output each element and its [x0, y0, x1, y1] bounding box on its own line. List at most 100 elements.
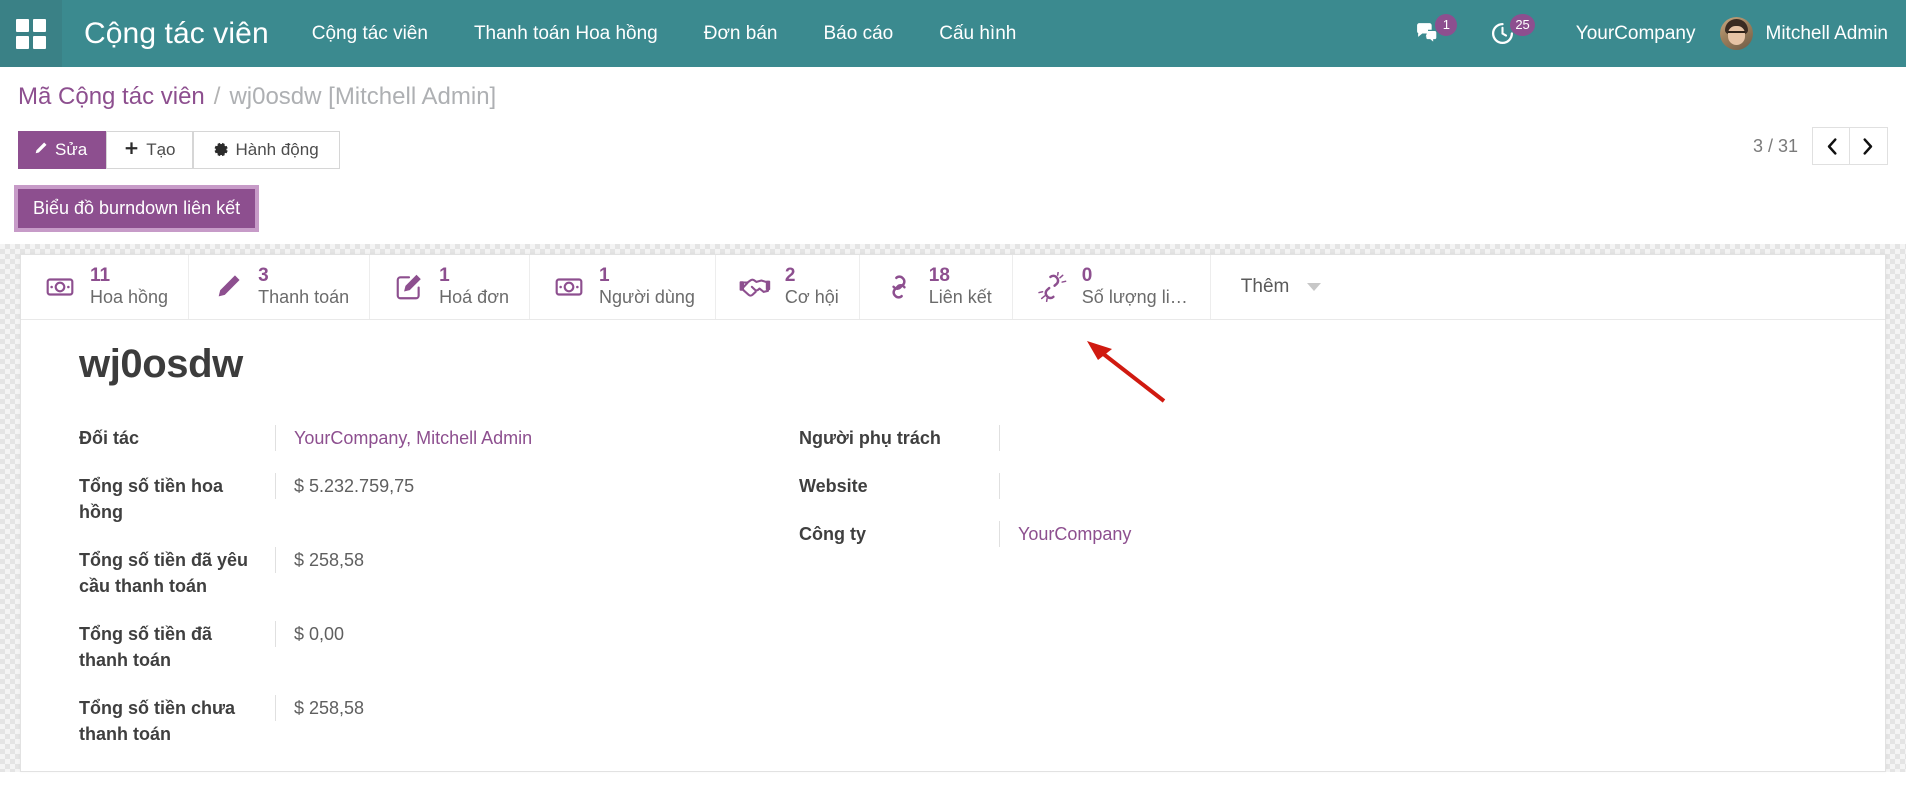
main-menu: Cộng tác viên Thanh toán Hoa hồng Đơn bá… [289, 0, 1040, 67]
pager-counter: 3 / 31 [1752, 135, 1798, 156]
breadcrumb: Mã Cộng tác viên / wj0osdw [Mitchell Adm… [0, 67, 1906, 117]
menu-item-commission-payments[interactable]: Thanh toán Hoa hồng [451, 0, 681, 67]
field-partner: Đối tác YourCompany, Mitchell Admin [79, 424, 799, 451]
field-label: Tổng số tiền hoa hồng [79, 475, 223, 522]
pager-previous-button[interactable] [1812, 127, 1850, 165]
chain-broken-icon [1035, 270, 1069, 304]
stat-button-opportunities[interactable]: 2 Cơ hội [716, 254, 860, 319]
apps-menu-button[interactable] [0, 0, 62, 67]
gear-icon [215, 142, 229, 156]
stat-label: Liên kết [928, 286, 992, 307]
stat-button-commissions[interactable]: 11 Hoa hồng [21, 254, 190, 319]
edit-button[interactable]: Sửa [18, 130, 107, 170]
handshake-icon [738, 270, 772, 304]
messages-badge: 1 [1435, 13, 1458, 36]
chain-link-icon [882, 270, 916, 304]
edit-button-label: Sửa [55, 139, 88, 159]
field-value[interactable]: YourCompany, Mitchell Admin [275, 424, 799, 451]
field-total-commission: Tổng số tiền hoa hồng $ 5.232.759,75 [79, 472, 799, 525]
menu-item-collaborators[interactable]: Cộng tác viên [289, 0, 451, 67]
messages-button[interactable]: 1 [1401, 0, 1476, 67]
app-brand-title[interactable]: Cộng tác viên [62, 17, 289, 51]
stat-value: 0 [1081, 264, 1093, 286]
stat-more-label: Thêm [1240, 275, 1290, 297]
field-label: Website [799, 475, 868, 496]
activities-badge: 25 [1510, 13, 1535, 36]
breadcrumb-current: wj0osdw [Mitchell Admin] [229, 83, 497, 110]
stat-button-invoices[interactable]: 1 Hoá đơn [370, 254, 531, 319]
avatar [1719, 17, 1753, 50]
form-columns: Đối tác YourCompany, Mitchell Admin Tổng… [79, 424, 1885, 770]
breadcrumb-separator: / [213, 83, 221, 110]
pager-next-button[interactable] [1850, 127, 1888, 165]
burndown-chart-button[interactable]: Biểu đồ burndown liên kết [14, 185, 260, 232]
money-bill-icon [43, 270, 77, 304]
field-label: Người phụ trách [799, 427, 941, 448]
activities-button[interactable]: 25 [1476, 0, 1553, 67]
record-pager: 3 / 31 [1753, 127, 1888, 165]
form-column-left: Đối tác YourCompany, Mitchell Admin Tổng… [79, 424, 799, 770]
stat-value: 2 [784, 264, 796, 286]
stat-label: Thanh toán [258, 286, 350, 307]
form-sheet: 11 Hoa hồng 3 Thanh toán 1 Hoá đơn 1 Ngư… [20, 253, 1886, 772]
action-menu-label: Hành động [235, 139, 319, 159]
record-body: wj0osdw Đối tác YourCompany, Mitchell Ad… [21, 320, 1885, 770]
field-value[interactable] [999, 424, 1519, 451]
field-label: Đối tác [79, 427, 140, 448]
menu-item-sales-orders[interactable]: Đơn bán [681, 0, 801, 67]
top-navbar: Cộng tác viên Cộng tác viên Thanh toán H… [0, 0, 1906, 67]
breadcrumb-root[interactable]: Mã Cộng tác viên [18, 83, 205, 111]
stat-label: Người dùng [599, 286, 695, 307]
stat-value: 1 [599, 264, 610, 286]
pencil-icon [35, 142, 47, 153]
field-value: $ 5.232.759,75 [275, 472, 799, 499]
user-menu-label: Mitchell Admin [1765, 22, 1889, 44]
stat-button-bar: 11 Hoa hồng 3 Thanh toán 1 Hoá đơn 1 Ngư… [21, 254, 1885, 320]
create-button[interactable]: Tạo [106, 130, 194, 170]
plus-icon [125, 142, 138, 154]
company-switcher[interactable]: YourCompany [1554, 23, 1714, 45]
menu-item-reports[interactable]: Báo cáo [800, 0, 916, 67]
stat-label: Cơ hội [784, 286, 839, 307]
stat-value: 18 [928, 264, 950, 286]
navbar-right-tools: 1 25 YourCompany Mitchell Admin [1401, 0, 1906, 67]
stat-button-link-quantity[interactable]: 0 Số lượng liên ... [1013, 254, 1211, 319]
action-menu-button[interactable]: Hành động [193, 130, 340, 170]
stat-button-users[interactable]: 1 Người dùng [530, 254, 716, 319]
field-value: $ 0,00 [275, 621, 799, 648]
field-total-paid: Tổng số tiền đã thanh toán $ 0,00 [79, 621, 799, 673]
stat-value: 11 [90, 264, 111, 286]
stat-button-payments[interactable]: 3 Thanh toán [189, 254, 371, 319]
stat-button-links[interactable]: 18 Liên kết [860, 254, 1013, 319]
user-menu[interactable]: Mitchell Admin [1714, 17, 1889, 50]
field-website: Website [799, 472, 1519, 499]
burndown-button-bar: Biểu đồ burndown liên kết [0, 175, 1906, 244]
edit-square-icon [392, 270, 426, 304]
form-column-right: Người phụ trách Website Công ty YourComp… [799, 424, 1519, 770]
control-panel: Sửa Tạo Hành động 3 / 31 [0, 117, 1906, 175]
money-bill-icon [552, 270, 586, 304]
chevron-left-icon [1827, 137, 1837, 155]
field-responsible: Người phụ trách [799, 424, 1519, 451]
field-label: Tổng số tiền đã yêu cầu thanh toán [79, 549, 249, 597]
field-value[interactable] [999, 472, 1519, 499]
field-label: Tổng số tiền chưa thanh toán [79, 698, 236, 745]
chevron-right-icon [1863, 137, 1873, 155]
stat-label: Số lượng liên ... [1081, 286, 1190, 307]
field-value: $ 258,58 [275, 695, 799, 722]
stat-value: 1 [439, 264, 450, 286]
stat-label: Hoá đơn [439, 286, 510, 307]
field-label: Tổng số tiền đã thanh toán [79, 624, 212, 671]
menu-item-configuration[interactable]: Cấu hình [916, 0, 1039, 67]
stat-buttons-more-dropdown[interactable]: Thêm [1211, 255, 1352, 319]
field-label: Công ty [799, 523, 866, 544]
field-value[interactable]: YourCompany [999, 520, 1519, 547]
field-total-unpaid: Tổng số tiền chưa thanh toán $ 258,58 [79, 695, 799, 747]
create-button-label: Tạo [146, 139, 176, 159]
form-sheet-background: 11 Hoa hồng 3 Thanh toán 1 Hoá đơn 1 Ngư… [0, 244, 1906, 772]
grid-apps-icon [16, 18, 46, 49]
stat-label: Hoa hồng [90, 286, 169, 307]
chevron-down-icon [1307, 282, 1322, 291]
field-company: Công ty YourCompany [799, 520, 1519, 547]
pencil-icon [211, 270, 245, 304]
